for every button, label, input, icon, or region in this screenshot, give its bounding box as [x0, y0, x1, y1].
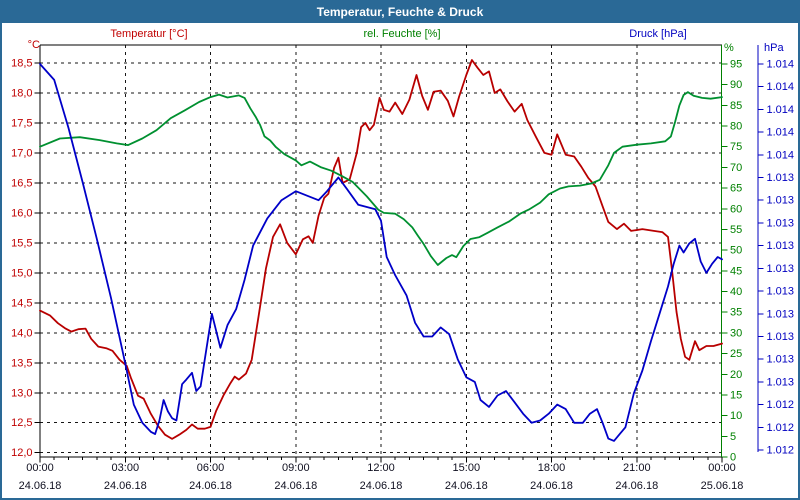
- date-tick-label: 24.06.18: [104, 480, 147, 492]
- temperature-tick-label: 13,0: [11, 387, 32, 399]
- humidity-tick-label: 40: [730, 286, 742, 298]
- date-tick-label: 24.06.18: [530, 480, 573, 492]
- pressure-tick-label: 1.013: [767, 263, 795, 275]
- pressure-tick-label: 1.013: [767, 354, 795, 366]
- pressure-tick-label: 1.012: [767, 399, 795, 411]
- humidity-tick-label: 5: [730, 431, 736, 443]
- pressure-tick-label: 1.014: [767, 149, 795, 161]
- humidity-tick-label: 25: [730, 348, 742, 360]
- pressure-tick-label: 1.013: [767, 308, 795, 320]
- time-tick-label: 18:00: [538, 462, 566, 474]
- temperature-tick-label: 17,5: [11, 118, 32, 130]
- humidity-tick-label: 60: [730, 203, 742, 215]
- time-tick-label: 06:00: [197, 462, 225, 474]
- time-tick-label: 03:00: [112, 462, 140, 474]
- time-tick-label: 15:00: [453, 462, 481, 474]
- time-axis: 00:00 24.06.18 03:00 24.06.18 06:00 24.06.18 0…: [19, 457, 744, 492]
- pressure-tick-label: 1.012: [767, 445, 795, 457]
- gridlines: [40, 45, 722, 457]
- date-tick-label: 24.06.18: [445, 480, 488, 492]
- temperature-tick-label: 16,0: [11, 207, 32, 219]
- temperature-tick-label: 12,5: [11, 417, 32, 429]
- pressure-tick-label: 1.013: [767, 217, 795, 229]
- humidity-tick-label: 20: [730, 369, 742, 381]
- temperature-tick-label: 16,5: [11, 177, 32, 189]
- time-tick-label: 09:00: [282, 462, 310, 474]
- date-tick-label: 24.06.18: [189, 480, 232, 492]
- humidity-tick-label: 35: [730, 307, 742, 319]
- humidity-tick-label: 75: [730, 141, 742, 153]
- time-tick-label: 00:00: [26, 462, 54, 474]
- date-tick-label: 24.06.18: [360, 480, 403, 492]
- temperature-tick-label: 18,5: [11, 58, 32, 70]
- date-tick-label: 24.06.18: [615, 480, 658, 492]
- temperature-tick-label: 15,0: [11, 267, 32, 279]
- pressure-axis: 1.014 1.014 1.014 1.014 1.014 1.013 1.013 1.013…: [757, 45, 795, 457]
- pressure-tick-label: 1.014: [767, 127, 795, 139]
- pressure-tick-label: 1.013: [767, 195, 795, 207]
- humidity-tick-label: 10: [730, 410, 742, 422]
- pressure-tick-label: 1.013: [767, 172, 795, 184]
- time-tick-label: 00:00: [708, 462, 736, 474]
- pressure-tick-label: 1.014: [767, 81, 795, 93]
- temperature-tick-label: 13,5: [11, 357, 32, 369]
- time-tick-label: 12:00: [367, 462, 395, 474]
- pressure-tick-label: 1.014: [767, 59, 795, 71]
- pressure-tick-label: 1.013: [767, 376, 795, 388]
- humidity-tick-label: 95: [730, 59, 742, 71]
- humidity-tick-label: 45: [730, 265, 742, 277]
- pressure-tick-label: 1.012: [767, 422, 795, 434]
- humidity-tick-label: 50: [730, 245, 742, 257]
- humidity-tick-label: 80: [730, 121, 742, 133]
- humidity-axis: 95908580757065605550454035302520151050: [720, 45, 742, 464]
- humidity-tick-label: 15: [730, 389, 742, 401]
- date-tick-label: 24.06.18: [274, 480, 317, 492]
- humidity-tick-label: 85: [730, 100, 742, 112]
- series-pressure-line: [39, 63, 723, 442]
- time-tick-label: 21:00: [623, 462, 651, 474]
- pressure-tick-label: 1.013: [767, 286, 795, 298]
- weather-chart-window: Temperatur, Feuchte & Druck Temperatur […: [0, 0, 800, 500]
- date-tick-label: 24.06.18: [19, 480, 62, 492]
- temperature-tick-label: 14,0: [11, 327, 32, 339]
- humidity-tick-label: 65: [730, 183, 742, 195]
- temperature-tick-label: 15,5: [11, 237, 32, 249]
- humidity-tick-label: 70: [730, 162, 742, 174]
- temperature-tick-label: 17,0: [11, 147, 32, 159]
- pressure-tick-label: 1.013: [767, 240, 795, 252]
- pressure-tick-label: 1.014: [767, 104, 795, 116]
- temperature-tick-label: 18,0: [11, 88, 32, 100]
- humidity-tick-label: 55: [730, 224, 742, 236]
- humidity-tick-label: 90: [730, 79, 742, 91]
- chart-plot-area: 18,5 18,0 17,5 17,0 16,5 16,0 15,5 15,0 14,5 14,0…: [11, 44, 795, 492]
- humidity-tick-label: 30: [730, 327, 742, 339]
- pressure-tick-label: 1.013: [767, 331, 795, 343]
- temperature-tick-label: 12,0: [11, 447, 32, 459]
- temperature-axis: 18,5 18,0 17,5 17,0 16,5 16,0 15,5 15,0 14,5 14,0…: [11, 58, 40, 459]
- temperature-tick-label: 14,5: [11, 297, 32, 309]
- date-tick-label: 25.06.18: [701, 480, 744, 492]
